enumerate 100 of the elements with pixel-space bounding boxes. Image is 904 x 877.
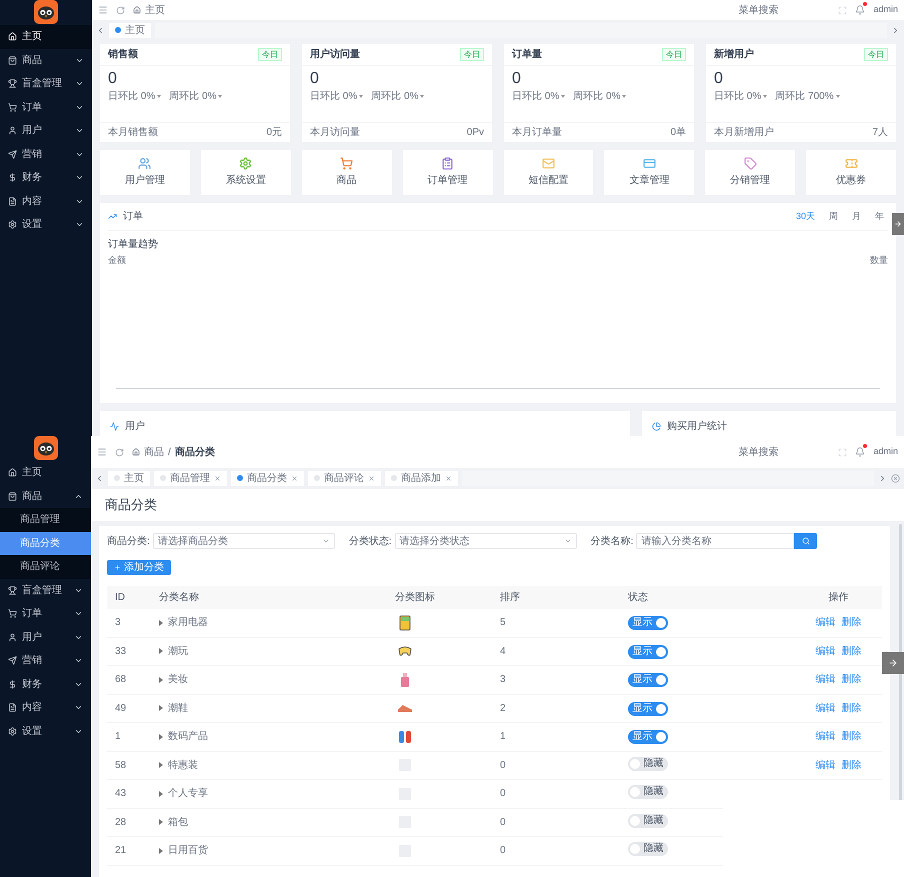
action-link[interactable]: 编辑 — [816, 758, 836, 773]
close-all-icon[interactable] — [891, 474, 900, 482]
menu-item[interactable]: 财务 — [0, 166, 92, 190]
menu-icon[interactable] — [98, 5, 108, 15]
period-option[interactable]: 周 — [825, 210, 842, 224]
bell-icon[interactable] — [855, 5, 866, 15]
shortcut-tile[interactable]: 分销管理 — [705, 150, 796, 195]
menu-item[interactable]: 营销 — [0, 142, 92, 166]
expand-icon[interactable] — [159, 819, 163, 826]
status-toggle[interactable]: 隐藏 — [628, 814, 668, 828]
menu-item[interactable]: 用户 — [0, 119, 92, 142]
menu-item[interactable]: 内容 — [0, 190, 92, 213]
action-link[interactable]: 编辑 — [816, 672, 836, 688]
expand-icon[interactable] — [159, 676, 163, 683]
action-link[interactable]: 删除 — [842, 758, 862, 773]
menu-item[interactable]: 设置 — [0, 213, 92, 236]
page-tab[interactable]: 商品添加 — [385, 470, 458, 486]
period-option[interactable]: 月 — [848, 210, 865, 224]
menu-icon[interactable] — [97, 447, 107, 457]
menu-item[interactable]: 主页 — [0, 25, 92, 48]
shortcut-tile[interactable]: 优惠券 — [806, 150, 896, 195]
side-arrow-button[interactable] — [892, 213, 904, 235]
action-link[interactable]: 删除 — [842, 672, 862, 688]
submenu-item[interactable]: 商品评论 — [0, 555, 91, 578]
close-icon[interactable] — [368, 474, 375, 482]
refresh-icon[interactable] — [115, 448, 124, 456]
search-field[interactable]: 请输入分类名称 — [636, 533, 794, 549]
status-toggle[interactable]: 显示 — [628, 673, 668, 688]
menu-item[interactable]: 商品 — [0, 484, 91, 508]
shortcut-tile[interactable]: 短信配置 — [504, 150, 594, 195]
expand-icon[interactable] — [159, 790, 163, 797]
scroll-right-icon[interactable] — [891, 26, 900, 34]
refresh-icon[interactable] — [116, 6, 125, 14]
submenu-item[interactable]: 商品管理 — [0, 508, 91, 532]
expand-icon[interactable] — [159, 648, 163, 654]
scroll-left-icon[interactable] — [95, 474, 104, 482]
scroll-left-icon[interactable] — [96, 26, 105, 34]
menu-item[interactable]: 订单 — [0, 96, 92, 119]
user-name[interactable]: admin — [873, 3, 898, 17]
select-field[interactable]: 请选择分类状态 — [394, 533, 577, 549]
action-link[interactable]: 编辑 — [816, 615, 836, 630]
submenu-item[interactable]: 商品分类 — [0, 532, 91, 555]
side-arrow-button[interactable] — [882, 652, 904, 674]
status-toggle[interactable]: 显示 — [628, 702, 668, 716]
search-button[interactable] — [794, 533, 818, 549]
expand-icon[interactable] — [159, 848, 163, 854]
table-cell-text: 2 — [499, 702, 507, 716]
action-link[interactable]: 删除 — [842, 729, 862, 744]
page-tab[interactable]: 主页 — [108, 470, 150, 486]
action-link[interactable]: 编辑 — [816, 700, 836, 716]
search-field[interactable]: 菜单搜索 — [738, 444, 808, 460]
shortcut-tile[interactable]: 文章管理 — [604, 150, 694, 195]
action-link[interactable]: 删除 — [842, 615, 862, 630]
search-field[interactable]: 菜单搜索 — [738, 2, 808, 18]
status-toggle[interactable]: 显示 — [628, 730, 668, 744]
shortcut-tile[interactable]: 订单管理 — [402, 150, 492, 195]
menu-item[interactable]: 营销 — [0, 649, 91, 672]
breadcrumb-item[interactable]: 商品 — [144, 444, 164, 460]
menu-item[interactable]: 财务 — [0, 672, 91, 696]
page-tab[interactable]: 主页 — [109, 22, 151, 38]
action-link[interactable]: 编辑 — [816, 729, 836, 744]
status-toggle[interactable]: 隐藏 — [628, 756, 668, 771]
close-icon[interactable] — [291, 474, 298, 482]
shortcut-tile[interactable]: 商品 — [302, 150, 392, 195]
menu-item[interactable]: 设置 — [0, 720, 91, 743]
status-toggle[interactable]: 隐藏 — [628, 785, 668, 800]
menu-item[interactable]: 内容 — [0, 696, 91, 720]
expand-icon[interactable] — [159, 705, 163, 712]
column-header: ID — [114, 591, 126, 605]
menu-item[interactable]: 用户 — [0, 626, 91, 649]
menu-item[interactable]: 订单 — [0, 602, 91, 626]
close-icon[interactable] — [445, 474, 452, 482]
expand-icon[interactable] — [159, 620, 163, 626]
user-name[interactable]: admin — [873, 445, 898, 459]
status-toggle[interactable]: 隐藏 — [628, 842, 668, 856]
select-field[interactable]: 请选择商品分类 — [152, 533, 335, 549]
period-option[interactable]: 年 — [871, 210, 888, 224]
menu-item[interactable]: 盲盒管理 — [0, 72, 92, 96]
scroll-right-icon[interactable] — [878, 474, 887, 482]
expand-icon[interactable] — [159, 734, 163, 740]
breadcrumb-item[interactable]: 商品分类 — [174, 444, 215, 460]
bell-icon[interactable] — [855, 447, 866, 457]
close-icon[interactable] — [214, 474, 221, 482]
menu-item[interactable]: 商品 — [0, 48, 92, 72]
menu-item[interactable]: 主页 — [0, 461, 91, 484]
add-category-button[interactable]: 添加分类 — [107, 560, 171, 575]
menu-item[interactable]: 盲盒管理 — [0, 578, 91, 602]
page-tab[interactable]: 商品管理 — [154, 470, 227, 486]
breadcrumb-item[interactable]: 主页 — [145, 2, 165, 18]
shortcut-tile[interactable]: 系统设置 — [200, 150, 291, 195]
expand-icon[interactable] — [159, 762, 163, 768]
period-option[interactable]: 30天 — [792, 210, 819, 224]
action-link[interactable]: 编辑 — [816, 644, 836, 659]
shortcut-tile[interactable]: 用户管理 — [100, 150, 190, 195]
action-link[interactable]: 删除 — [842, 644, 862, 659]
action-link[interactable]: 删除 — [842, 700, 862, 716]
status-toggle[interactable]: 显示 — [628, 644, 668, 659]
status-toggle[interactable]: 显示 — [628, 616, 668, 630]
page-tab[interactable]: 商品分类 — [231, 470, 304, 486]
page-tab[interactable]: 商品评论 — [308, 470, 381, 486]
